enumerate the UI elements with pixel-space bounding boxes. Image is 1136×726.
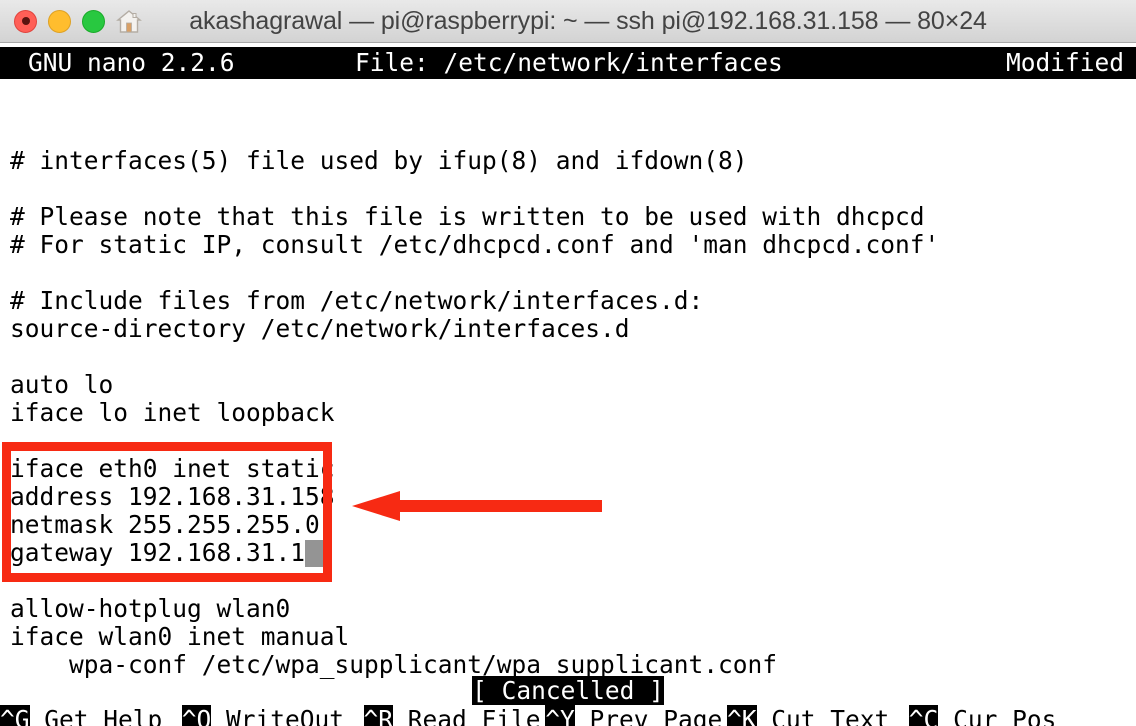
nano-version: GNU nano 2.2.6 (28, 48, 235, 77)
shortcut-item[interactable]: ^G Get Help (0, 705, 162, 726)
shortcut-label: WriteOut (211, 705, 345, 726)
editor-line: netmask 255.255.255.0 (10, 510, 320, 539)
shortcut-item[interactable]: ^R Read File (363, 705, 541, 726)
editor-text-area[interactable]: # interfaces(5) file used by ifup(8) and… (10, 147, 1136, 679)
editor-line: allow-hotplug wlan0 (10, 594, 291, 623)
nano-header-bar: GNU nano 2.2.6 File: /etc/network/interf… (0, 47, 1136, 79)
nano-status-line: [ Cancelled ] (0, 676, 1136, 705)
terminal-screen[interactable]: GNU nano 2.2.6 File: /etc/network/interf… (0, 43, 1136, 726)
shortcut-key: ^R (363, 705, 394, 726)
shortcut-item[interactable]: ^K Cut Text (727, 705, 889, 726)
editor-line: iface lo inet loopback (10, 398, 335, 427)
editor-line: # For static IP, consult /etc/dhcpcd.con… (10, 230, 940, 259)
editor-line: address 192.168.31.158 (10, 482, 335, 511)
editor-line: # Include files from /etc/network/interf… (10, 286, 704, 315)
nano-modified-flag: Modified (1005, 48, 1124, 77)
shortcut-item[interactable]: ^Y Prev Page (545, 705, 722, 726)
text-cursor (305, 540, 326, 567)
editor-line: auto lo (10, 370, 114, 399)
editor-line: iface wlan0 inet manual (10, 622, 350, 651)
shortcut-key: ^K (727, 705, 757, 726)
window-title: akashagrawal — pi@raspberrypi: ~ — ssh p… (189, 7, 987, 35)
shortcut-key: ^C (908, 705, 939, 726)
nano-shortcut-bar: ^G Get Help ^O WriteOut ^R Read File ^Y Pre… (0, 705, 1136, 726)
shortcut-label: Cut Text (756, 705, 890, 726)
shortcut-item[interactable]: ^O WriteOut (181, 705, 345, 726)
editor-line: iface eth0 inet static (10, 454, 335, 483)
editor-line: # interfaces(5) file used by ifup(8) and… (10, 146, 748, 175)
nano-filename: File: /etc/network/interfaces (355, 48, 783, 77)
nano-status-message: [ Cancelled ] (472, 676, 664, 705)
editor-line: # Please note that this file is written … (10, 202, 925, 231)
shortcut-key: ^Y (545, 705, 575, 726)
shortcut-row-1: ^G Get Help ^O WriteOut ^R Read File ^Y Pre… (0, 705, 1136, 726)
shortcut-key: ^G (0, 705, 30, 726)
shortcut-key: ^O (181, 705, 212, 726)
editor-line: source-directory /etc/network/interfaces… (10, 314, 630, 343)
editor-line: wpa-conf /etc/wpa_supplicant/wpa_supplic… (10, 650, 778, 679)
shortcut-item[interactable]: ^C Cur Pos (908, 705, 1057, 726)
shortcut-label: Read File (393, 705, 541, 726)
shortcut-label: Get Help (29, 705, 163, 726)
shortcut-label: Cur Pos (938, 705, 1057, 726)
editor-line: gateway 192.168.31.1 (10, 539, 1136, 567)
window-titlebar: akashagrawal — pi@raspberrypi: ~ — ssh p… (0, 0, 1136, 43)
shortcut-label: Prev Page (574, 705, 723, 726)
